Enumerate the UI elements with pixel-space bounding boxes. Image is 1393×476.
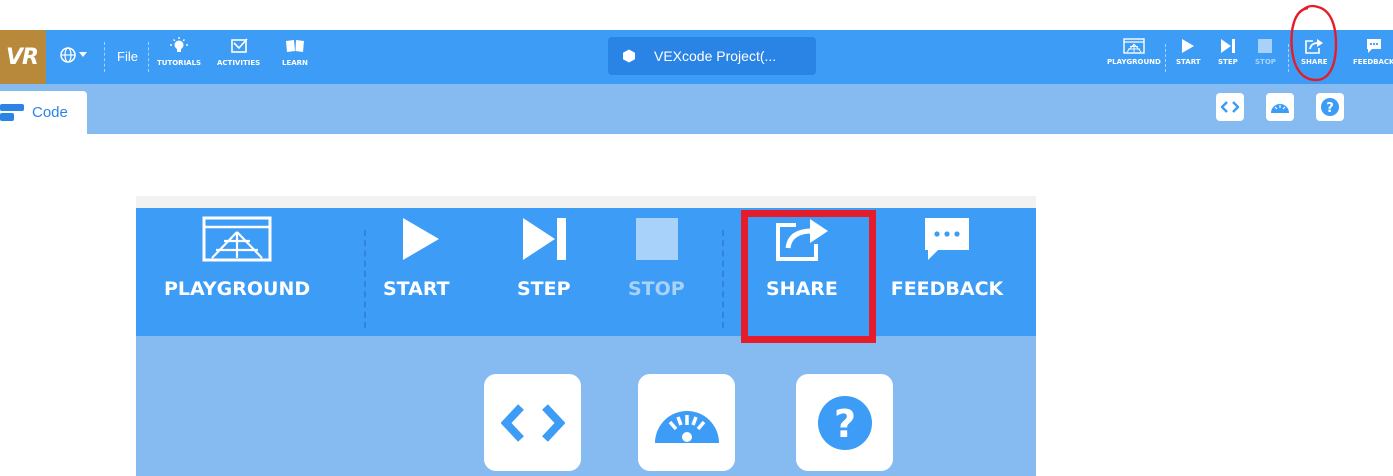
activities-button[interactable]: ACTIVITIES — [217, 36, 260, 78]
dashboard-icon — [1271, 104, 1289, 113]
zoom-lower-bar — [136, 336, 1036, 476]
step-icon — [522, 218, 566, 260]
zoom-stop-label: STOP — [628, 278, 685, 300]
stop-label: STOP — [1255, 58, 1276, 66]
help-icon: ? — [817, 395, 872, 450]
learn-button[interactable]: LEARN — [282, 36, 308, 78]
tab-code-label: Code — [32, 104, 68, 121]
playground-label: PLAYGROUND — [1107, 58, 1161, 66]
share-highlight-box — [741, 210, 876, 343]
playground-icon — [1123, 38, 1145, 54]
tutorials-label: TUTORIALS — [157, 59, 202, 67]
zoom-dashboard-button[interactable] — [638, 374, 735, 471]
playground-button[interactable]: PLAYGROUND — [1107, 38, 1161, 78]
project-title-field[interactable]: VEXcode Project(... — [608, 37, 816, 75]
zoom-step-button[interactable]: STEP — [517, 216, 571, 300]
step-icon — [1220, 39, 1235, 53]
tab-code[interactable]: Code — [0, 91, 87, 134]
code-blocks-icon — [0, 103, 24, 121]
code-view-icon — [500, 403, 565, 442]
annotation-circle — [1290, 4, 1338, 82]
step-button[interactable]: STEP — [1218, 38, 1238, 78]
language-menu[interactable] — [60, 47, 87, 63]
zoom-code-view-button[interactable] — [484, 374, 581, 471]
zoom-help-button[interactable]: ? — [796, 374, 893, 471]
step-label: STEP — [1218, 58, 1238, 66]
feedback-icon — [1366, 39, 1381, 53]
globe-icon — [60, 47, 76, 63]
zoom-start-button[interactable]: START — [383, 216, 450, 300]
svg-text:?: ? — [833, 402, 855, 446]
toolbar-separator — [148, 42, 149, 72]
playground-icon — [202, 216, 272, 262]
file-menu[interactable]: File — [117, 49, 138, 64]
start-label: START — [1176, 58, 1201, 66]
zoom-playground-label: PLAYGROUND — [164, 278, 311, 300]
help-icon: ? — [1321, 98, 1339, 116]
help-button[interactable]: ? — [1316, 93, 1344, 121]
lightbulb-icon — [170, 37, 189, 52]
zoom-start-label: START — [383, 278, 450, 300]
zoom-feedback-label: FEEDBACK — [890, 278, 1004, 300]
zoomed-toolbar-view: PLAYGROUND START STEP STOP SHARE FEEDBAC… — [136, 196, 1036, 476]
editor-tab-bar: Code ? — [0, 84, 1393, 134]
toolbar-separator — [104, 42, 105, 72]
zoom-separator — [364, 230, 366, 328]
checkbox-icon — [230, 38, 248, 53]
code-view-button[interactable] — [1216, 93, 1244, 121]
zoom-playground-button[interactable]: PLAYGROUND — [164, 216, 310, 300]
book-icon — [285, 40, 304, 52]
dashboard-button[interactable] — [1266, 93, 1294, 121]
stop-icon — [1258, 39, 1273, 53]
vr-logo: VR — [0, 30, 46, 84]
logo-text: VR — [6, 44, 39, 70]
activities-label: ACTIVITIES — [217, 59, 261, 67]
hexagon-icon — [623, 49, 635, 63]
feedback-label: FEEDBACK — [1353, 58, 1393, 66]
stop-icon — [636, 218, 679, 260]
toolbar-separator — [1165, 44, 1166, 72]
zoom-feedback-button[interactable]: FEEDBACK — [882, 216, 1012, 300]
zoom-stop-button[interactable]: STOP — [628, 216, 685, 300]
zoom-top-strip — [136, 196, 1036, 208]
svg-text:?: ? — [1326, 101, 1334, 116]
top-toolbar: VR File TUTORIALS ACTIVITIES LEARN VEXco… — [0, 30, 1393, 84]
feedback-button[interactable]: FEEDBACK — [1353, 38, 1393, 78]
learn-label: LEARN — [282, 59, 308, 67]
tutorials-button[interactable]: TUTORIALS — [157, 36, 201, 78]
project-title: VEXcode Project(... — [654, 48, 777, 64]
chevron-down-icon — [79, 52, 87, 57]
dashboard-icon — [654, 410, 719, 443]
feedback-icon — [925, 218, 969, 260]
stop-button[interactable]: STOP — [1255, 38, 1276, 78]
zoom-separator — [722, 230, 724, 328]
start-button[interactable]: START — [1176, 38, 1201, 78]
play-icon — [1182, 39, 1195, 53]
code-view-icon — [1221, 101, 1239, 113]
zoom-step-label: STEP — [517, 278, 571, 300]
play-icon — [403, 218, 440, 260]
